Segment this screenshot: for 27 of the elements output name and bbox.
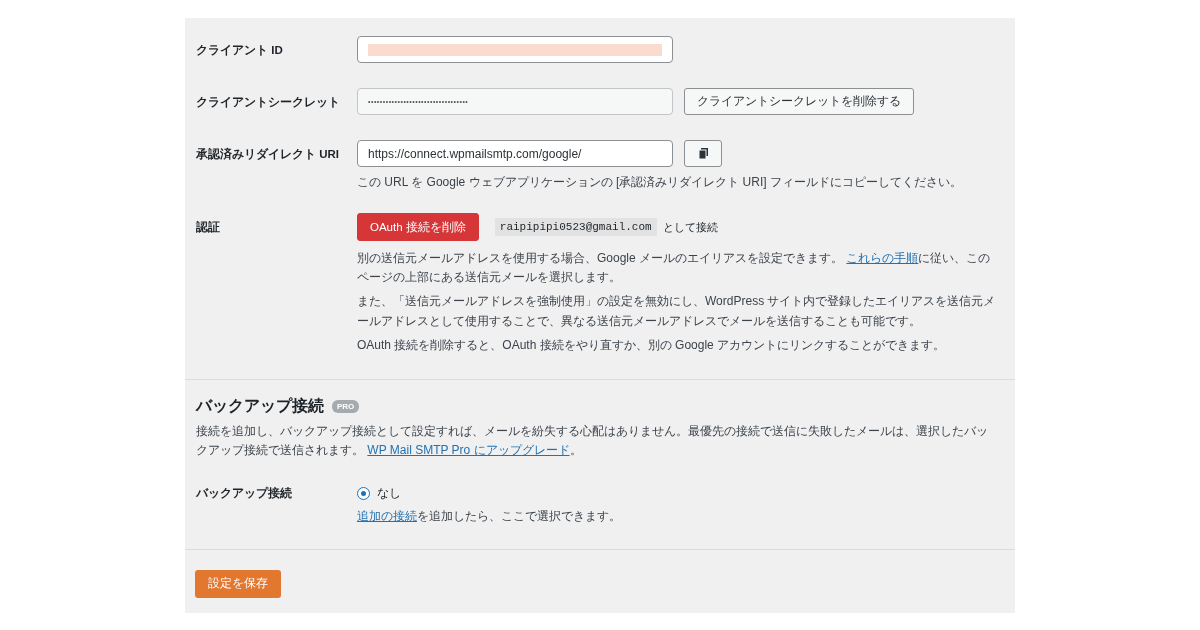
radio-label[interactable]: なし <box>377 486 401 502</box>
section-description: 接続を追加し、バックアップ接続として設定すれば、メールを紛失する心配はありません。最優先の接続で送信に失敗したメールは、選択したバックアップ接続で送信されます。 WP Mail SMTP Pro にアップグレード。 <box>196 422 989 460</box>
copy-button[interactable] <box>684 140 722 167</box>
section-heading: バックアップ接続 <box>196 395 324 416</box>
email-address: raipipipi0523@gmail.com <box>494 218 657 236</box>
delete-secret-button[interactable]: クライアントシークレットを削除する <box>684 88 914 115</box>
text-link[interactable]: WP Mail SMTP Pro にアップグレード <box>367 443 570 458</box>
field-hint: 追加の接続を追加したら、ここで選択できます。 <box>357 508 622 526</box>
save-settings-button[interactable]: 設定を保存 <box>195 569 281 598</box>
field-label: 承認済みリダイレクト URI <box>196 146 340 162</box>
help-paragraph: 別の送信元メールアドレスを使用する場合、Google メールのエイリアスを設定できます。 これらの手順に従い、このページの上部にある送信元メールを選択します。 <box>357 250 992 287</box>
redirect-uri-field[interactable]: https://connect.wpmailsmtp.com/google/ <box>357 140 673 167</box>
field-label: 認証 <box>196 220 221 235</box>
field-label: クライアントシークレット <box>196 95 341 110</box>
pro-badge: PRO <box>332 399 360 413</box>
text-link[interactable]: これらの手順 <box>846 251 919 265</box>
help-paragraph: また、「送信元メールアドレスを強制使用」の設定を無効にし、WordPress サイト内で登録したエイリアスを送信元メールアドレスとして使用することで、異なる送信元メールアドレスでメールを送信することも可能です。 <box>357 293 997 330</box>
field-label: クライアント ID <box>196 43 284 58</box>
field-description: この URL を Google ウェブアプリケーションの [承認済みリダイレクト URI] フィールドにコピーしてください。 <box>357 174 963 191</box>
field-label: バックアップ接続 <box>196 486 293 502</box>
connection-status: として接続 <box>662 219 718 235</box>
client-id-field[interactable] <box>357 36 673 63</box>
copy-icon <box>698 148 708 159</box>
radio-button[interactable] <box>357 487 370 501</box>
text-link[interactable]: 追加の接続 <box>357 509 417 524</box>
help-paragraph: OAuth 接続を削除すると、OAuth 接続をやり直すか、別の Google アカウントにリンクすることができます。 <box>357 336 947 354</box>
remove-oauth-button[interactable]: OAuth 接続を削除 <box>357 213 479 241</box>
